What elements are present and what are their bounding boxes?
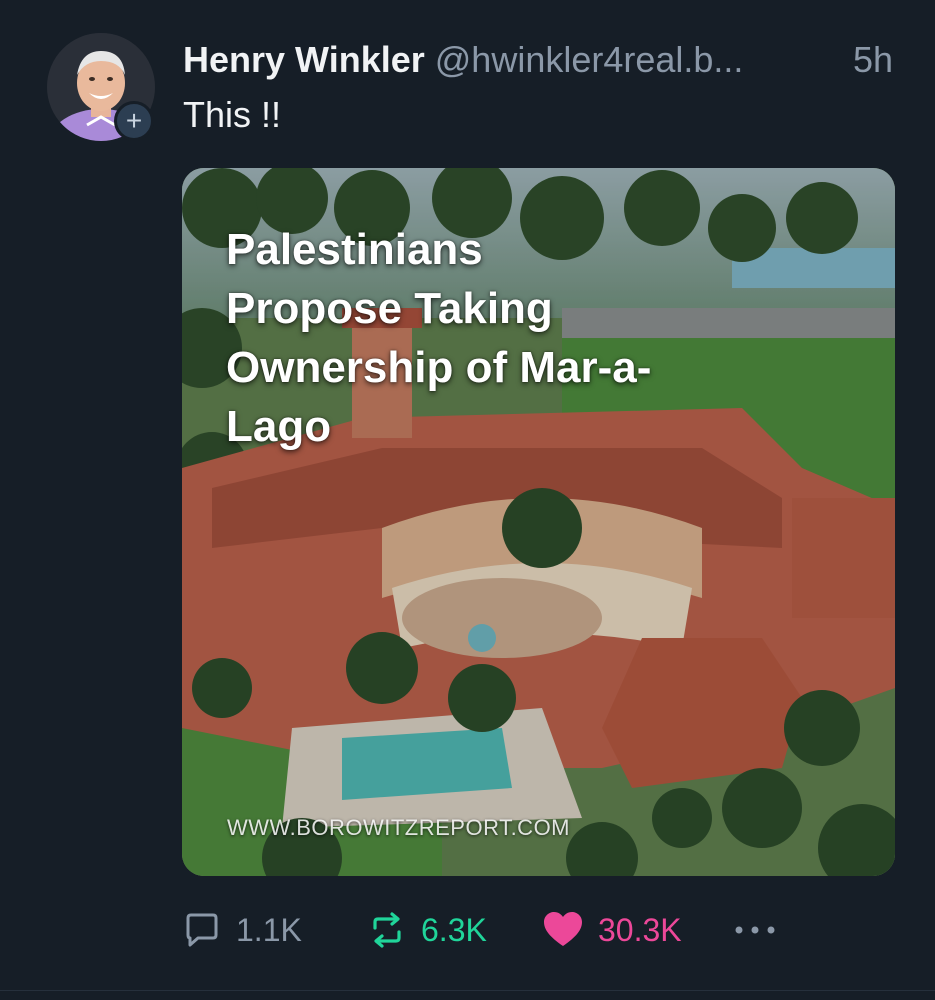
post[interactable]: + Henry Winkler @hwinkler4real.b... 5h Th… (0, 0, 935, 1000)
more-icon (735, 926, 775, 934)
like-count: 30.3K (598, 911, 682, 948)
reply-icon (186, 913, 218, 947)
post-divider (0, 990, 935, 991)
heart-icon (544, 912, 582, 946)
repost-count: 6.3K (421, 911, 487, 948)
like-button[interactable]: 30.3K (542, 905, 682, 955)
post-timestamp[interactable]: 5h (853, 38, 893, 82)
reply-count: 1.1K (236, 911, 302, 948)
post-actions: 1.1K 6.3K 30.3K (182, 905, 802, 955)
embed-watermark: WWW.BOROWITZREPORT.COM (227, 815, 571, 840)
avatar-container[interactable]: + (47, 33, 155, 141)
repost-icon (373, 912, 401, 948)
post-text: This !! (183, 94, 282, 135)
embedded-image[interactable]: Palestinians Propose Taking Ownership of… (182, 168, 895, 876)
post-header: Henry Winkler @hwinkler4real.b... 5h (183, 38, 903, 82)
plus-icon: + (125, 105, 143, 136)
more-options-button[interactable] (732, 905, 778, 955)
reply-button[interactable]: 1.1K (182, 905, 302, 955)
author-display-name[interactable]: Henry Winkler (183, 39, 425, 80)
follow-button[interactable]: + (114, 101, 154, 141)
author-handle[interactable]: @hwinkler4real.b... (435, 39, 744, 80)
embed-headline: Palestinians Propose Taking Ownership of… (226, 225, 652, 451)
repost-button[interactable]: 6.3K (367, 905, 487, 955)
